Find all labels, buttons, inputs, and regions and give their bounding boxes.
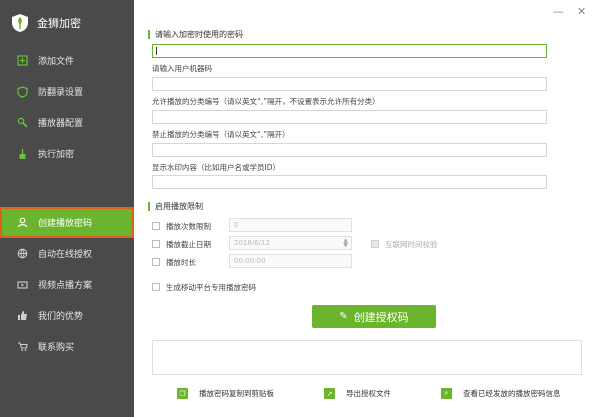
create-button-label: 创建授权码 (354, 309, 409, 325)
add-file-icon (16, 55, 28, 67)
play-count-input[interactable]: 0 (229, 218, 352, 232)
spin-arrows-icon[interactable]: ▲▼ (343, 238, 348, 248)
allowed-categories-input[interactable] (152, 110, 547, 124)
allowed-categories-label: 允许播放的分类编号（请以英文“,”隔开，不设置表示允许所有分类） (152, 96, 380, 107)
close-button[interactable]: ✕ (577, 5, 586, 18)
sidebar-item-advantages[interactable]: 我们的优势 (0, 300, 134, 331)
network-time-label: 互联网时间校验 (385, 239, 438, 250)
sidebar-item-label: 播放器配置 (38, 116, 83, 129)
duration-input[interactable]: 00:00:00 (229, 254, 352, 268)
expiry-label: 播放截止日期 (166, 239, 211, 250)
sidebar-item-create-password[interactable]: 创建播放密码 (0, 207, 134, 238)
auth-code-output[interactable] (152, 340, 582, 375)
thumbs-up-icon (16, 310, 28, 322)
copy-password-button[interactable]: ❐ 播放密码复制到剪贴板 (177, 388, 274, 399)
shield-icon (16, 86, 28, 98)
export-auth-file-button[interactable]: ↗ 导出授权文件 (324, 388, 391, 399)
sidebar-nav: 添加文件 防翻录设置 播放器配置 执行加密 创建播放密码 (0, 45, 134, 362)
password-input[interactable] (152, 44, 547, 58)
limits-section-title: 启用播放限制 (148, 202, 203, 211)
watermark-input[interactable] (152, 175, 547, 189)
duration-checkbox[interactable] (152, 258, 160, 266)
main-panel: — ✕ 请输入加密时使用的密码 请输入用户机器码 允许播放的分类编号（请以英文“… (134, 0, 600, 417)
video-icon (16, 279, 28, 291)
text-caret (156, 47, 157, 55)
sidebar-item-label: 防翻录设置 (38, 85, 83, 98)
sidebar-item-auto-auth[interactable]: 自动在线授权 (0, 238, 134, 269)
user-icon (16, 217, 28, 229)
copy-password-label: 播放密码复制到剪贴板 (199, 388, 274, 399)
sidebar-item-add-file[interactable]: 添加文件 (0, 45, 134, 76)
mobile-password-checkbox[interactable] (152, 283, 160, 291)
sidebar-item-contact[interactable]: 联系购买 (0, 331, 134, 362)
sidebar-item-label: 我们的优势 (38, 309, 83, 322)
view-issued-passwords-button[interactable]: ⌕ 查看已经发放的播放密码信息 (441, 388, 561, 399)
mobile-password-label: 生成移动平台专用播放密码 (166, 282, 256, 293)
machine-code-label: 请输入用户机器码 (152, 63, 212, 74)
wrench-icon (16, 117, 28, 129)
play-count-label: 播放次数限制 (166, 221, 211, 232)
sidebar-item-anti-capture[interactable]: 防翻录设置 (0, 76, 134, 107)
sidebar-item-label: 执行加密 (38, 147, 74, 160)
export-icon: ↗ (324, 388, 335, 399)
sidebar-item-label: 自动在线授权 (38, 247, 92, 260)
globe-icon (16, 248, 28, 260)
machine-code-input[interactable] (152, 77, 547, 91)
copy-icon: ❐ (177, 388, 188, 399)
pencil-icon: ✎ (339, 311, 347, 322)
network-time-checkbox[interactable] (371, 240, 379, 248)
view-issued-passwords-label: 查看已经发放的播放密码信息 (463, 388, 561, 399)
minimize-button[interactable]: — (553, 5, 564, 18)
expiry-date-input[interactable]: 2018/6/12 ▲▼ (229, 236, 352, 250)
sidebar-item-label: 联系购买 (38, 340, 74, 353)
sidebar-item-label: 创建播放密码 (38, 216, 92, 229)
sidebar-item-label: 视频点播方案 (38, 278, 92, 291)
blocked-categories-label: 禁止播放的分类编号（请以英文“,”隔开） (152, 129, 290, 140)
sidebar-item-label: 添加文件 (38, 54, 74, 67)
expiry-checkbox[interactable] (152, 240, 160, 248)
sidebar-item-player-config[interactable]: 播放器配置 (0, 107, 134, 138)
sidebar: 金狮加密 添加文件 防翻录设置 播放器配置 执行加密 (0, 0, 134, 417)
search-icon: ⌕ (441, 388, 452, 399)
create-auth-code-button[interactable]: ✎ 创建授权码 (312, 305, 436, 328)
power-icon (16, 148, 28, 160)
app-logo-icon (11, 13, 29, 33)
watermark-label: 显示水印内容（比如用户名或学员ID） (152, 162, 280, 173)
brand: 金狮加密 (0, 0, 134, 45)
expiry-date-value: 2018/6/12 (234, 239, 270, 247)
sidebar-item-encrypt[interactable]: 执行加密 (0, 138, 134, 169)
password-section-title: 请输入加密时使用的密码 (148, 30, 243, 39)
sidebar-separator (0, 169, 134, 207)
export-auth-file-label: 导出授权文件 (346, 388, 391, 399)
blocked-categories-input[interactable] (152, 143, 547, 157)
app-name: 金狮加密 (37, 15, 81, 31)
duration-label: 播放时长 (166, 257, 196, 268)
sidebar-item-vod[interactable]: 视频点播方案 (0, 269, 134, 300)
play-count-checkbox[interactable] (152, 222, 160, 230)
cart-icon (16, 341, 28, 353)
